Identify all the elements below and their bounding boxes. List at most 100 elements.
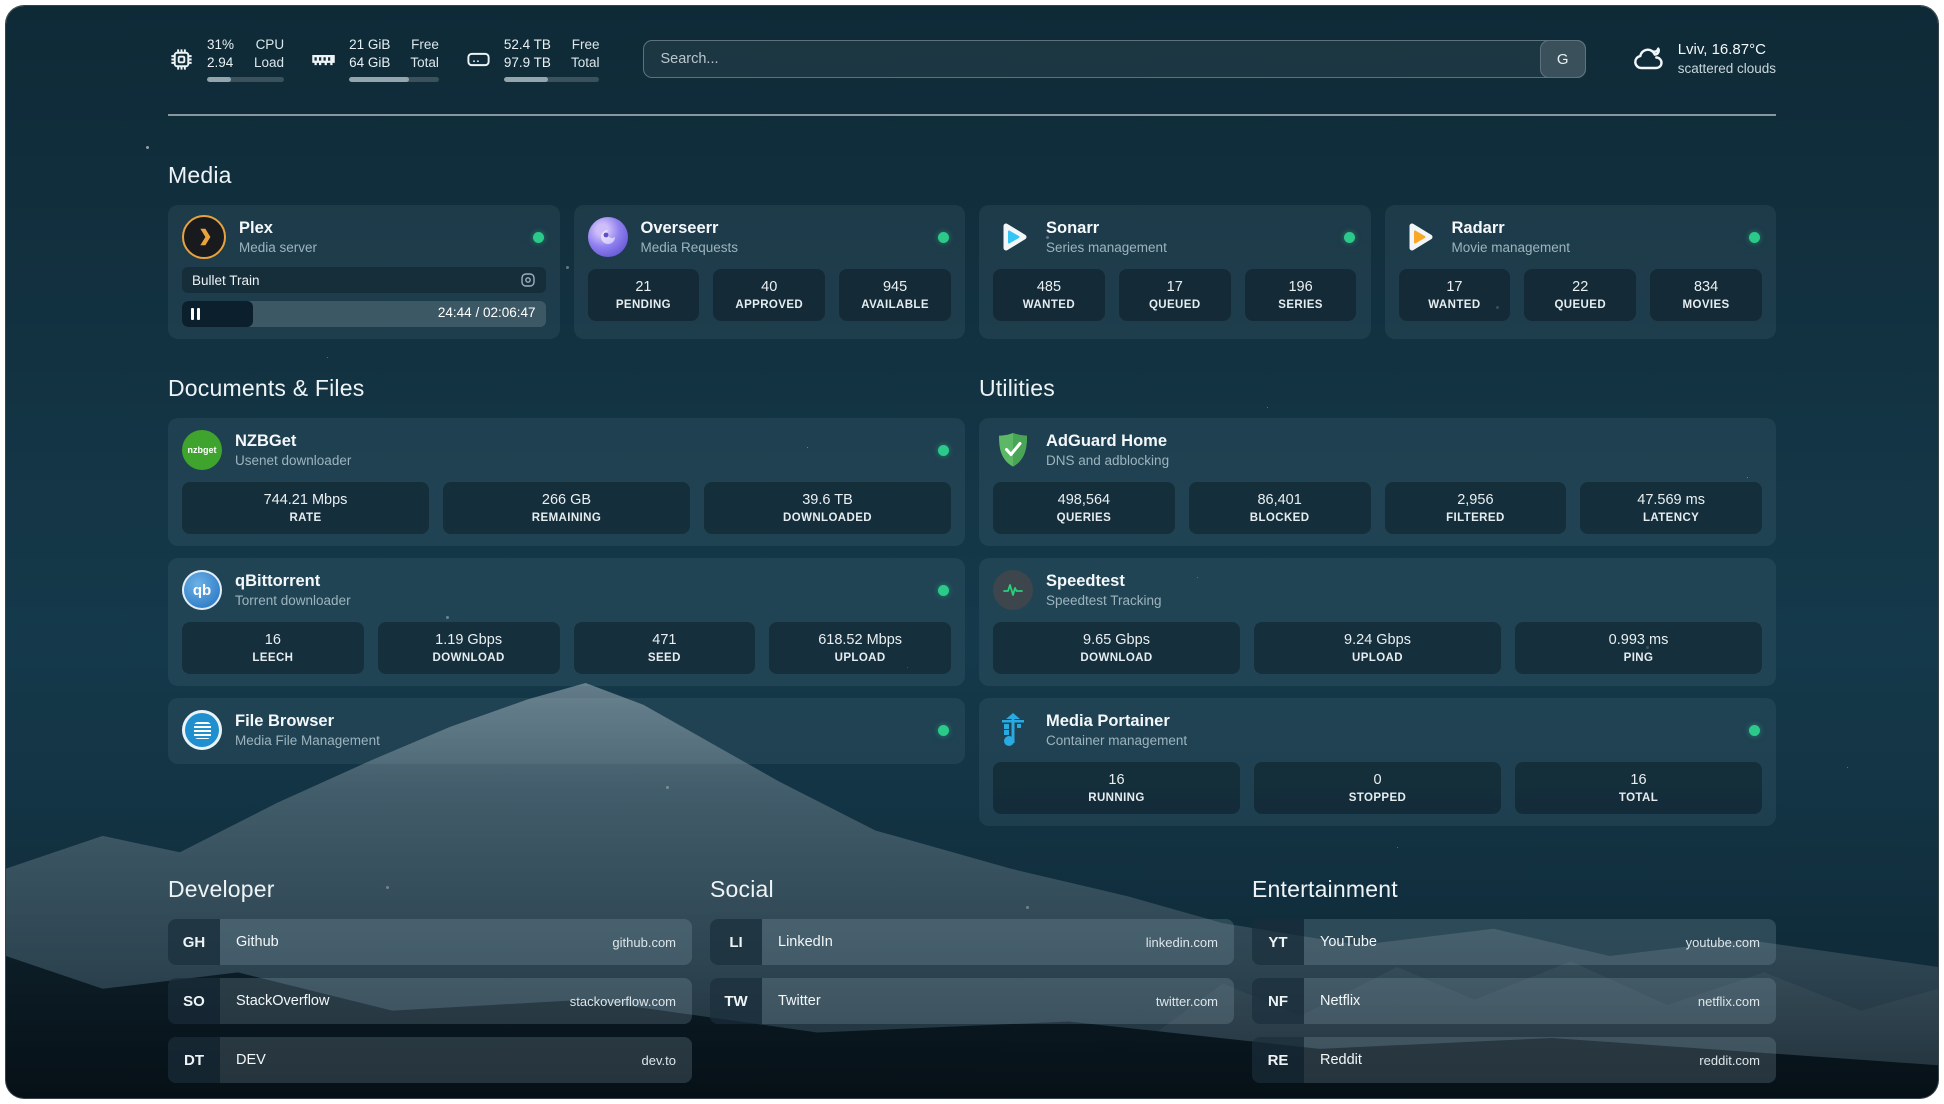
stat-label: APPROVED <box>719 297 819 313</box>
cpu-usage-label: CPU <box>254 36 284 54</box>
card-title: Sonarr <box>1046 218 1331 239</box>
bookmark-name: LinkedIn <box>762 919 1146 965</box>
cpu-progress-bar <box>207 77 284 82</box>
stat-download: 1.19 Gbps DOWNLOAD <box>378 622 560 674</box>
bookmark-abbr: DT <box>168 1037 220 1083</box>
stat-label: RUNNING <box>999 790 1234 806</box>
bookmark-reddit[interactable]: RE Reddit reddit.com <box>1252 1037 1776 1083</box>
resource-disk: 52.4 TB 97.9 TB Free Total <box>465 36 600 82</box>
section-title-utilities: Utilities <box>979 375 1776 402</box>
cpu-usage-value: 31% <box>207 36 234 54</box>
stat-label: UPLOAD <box>775 650 945 666</box>
memory-free-value: 21 GiB <box>349 36 390 54</box>
card-title: qBittorrent <box>235 571 925 592</box>
card-subtitle: DNS and adblocking <box>1046 452 1762 470</box>
stat-label: REMAINING <box>449 510 684 526</box>
cloud-icon <box>1630 41 1666 77</box>
stat-label: BLOCKED <box>1195 510 1365 526</box>
stat-value: 16 <box>1521 771 1756 790</box>
bookmark-stackoverflow[interactable]: SO StackOverflow stackoverflow.com <box>168 978 692 1024</box>
memory-progress-bar <box>349 77 439 82</box>
card-title: Radarr <box>1452 218 1737 239</box>
search-engine-button[interactable]: G <box>1540 40 1586 78</box>
bookmark-abbr: TW <box>710 978 762 1024</box>
bookmark-youtube[interactable]: YT YouTube youtube.com <box>1252 919 1776 965</box>
stat-value: 744.21 Mbps <box>188 491 423 510</box>
stat-running: 16 RUNNING <box>993 762 1240 814</box>
status-dot <box>938 725 949 736</box>
stat-label: STOPPED <box>1260 790 1495 806</box>
bookmark-name: YouTube <box>1304 919 1686 965</box>
weather-widget[interactable]: Lviv, 16.87°C scattered clouds <box>1630 40 1776 78</box>
section-title-developer: Developer <box>168 876 692 903</box>
card-title: Media Portainer <box>1046 711 1736 732</box>
service-card-radarr[interactable]: Radarr Movie management 17 WANTED 22 QUE… <box>1385 205 1777 339</box>
card-subtitle: Movie management <box>1452 239 1737 257</box>
stat-value: 266 GB <box>449 491 684 510</box>
service-card-plex[interactable]: Plex Media server Bullet Train 24:44 / 0… <box>168 205 560 339</box>
service-card-sonarr[interactable]: Sonarr Series management 485 WANTED 17 Q… <box>979 205 1371 339</box>
nzbget-icon-text: nzbget <box>188 445 217 455</box>
service-card-portainer[interactable]: Media Portainer Container management 16 … <box>979 698 1776 826</box>
status-dot <box>938 445 949 456</box>
service-card-adguard[interactable]: AdGuard Home DNS and adblocking 498,564 … <box>979 418 1776 546</box>
card-title: NZBGet <box>235 431 925 452</box>
stat-value: 0.993 ms <box>1521 631 1756 650</box>
service-card-filebrowser[interactable]: File Browser Media File Management <box>168 698 965 764</box>
bookmark-twitter[interactable]: TW Twitter twitter.com <box>710 978 1234 1024</box>
bookmark-netflix[interactable]: NF Netflix netflix.com <box>1252 978 1776 1024</box>
card-subtitle: Torrent downloader <box>235 592 925 610</box>
stat-value: 618.52 Mbps <box>775 631 945 650</box>
service-card-nzbget[interactable]: nzbget NZBGet Usenet downloader 744.21 M… <box>168 418 965 546</box>
service-card-overseerr[interactable]: Overseerr Media Requests 21 PENDING 40 A… <box>574 205 966 339</box>
service-card-speedtest[interactable]: Speedtest Speedtest Tracking 9.65 Gbps D… <box>979 558 1776 686</box>
bookmark-abbr: NF <box>1252 978 1304 1024</box>
search-input[interactable] <box>643 40 1585 78</box>
playback-progress-bar[interactable]: 24:44 / 02:06:47 <box>182 301 546 327</box>
disk-free-value: 52.4 TB <box>504 36 551 54</box>
stat-value: 16 <box>999 771 1234 790</box>
stat-label: WANTED <box>1405 297 1505 313</box>
stat-value: 86,401 <box>1195 491 1365 510</box>
now-playing-title: Bullet Train <box>192 273 520 288</box>
card-subtitle: Media server <box>239 239 520 257</box>
plex-icon <box>182 215 226 259</box>
stat-available: 945 AVAILABLE <box>839 269 951 321</box>
stat-download: 9.65 Gbps DOWNLOAD <box>993 622 1240 674</box>
cpu-load-value: 2.94 <box>207 54 234 72</box>
stat-stopped: 0 STOPPED <box>1254 762 1501 814</box>
stat-value: 9.24 Gbps <box>1260 631 1495 650</box>
stat-upload: 618.52 Mbps UPLOAD <box>769 622 951 674</box>
bookmark-github[interactable]: GH Github github.com <box>168 919 692 965</box>
card-title: AdGuard Home <box>1046 431 1762 452</box>
stat-value: 471 <box>580 631 750 650</box>
service-card-qbittorrent[interactable]: qb qBittorrent Torrent downloader 16 <box>168 558 965 686</box>
cpu-icon <box>168 46 195 73</box>
stat-label: DOWNLOAD <box>999 650 1234 666</box>
cpu-load-label: Load <box>254 54 284 72</box>
status-dot <box>938 232 949 243</box>
stat-value: 498,564 <box>999 491 1169 510</box>
stat-seed: 471 SEED <box>574 622 756 674</box>
disk-total-value: 97.9 TB <box>504 54 551 72</box>
stat-approved: 40 APPROVED <box>713 269 825 321</box>
bookmark-linkedin[interactable]: LI LinkedIn linkedin.com <box>710 919 1234 965</box>
bookmark-domain: reddit.com <box>1699 1037 1776 1083</box>
stat-value: 21 <box>594 278 694 297</box>
playback-time: 24:44 / 02:06:47 <box>438 305 536 320</box>
stat-value: 834 <box>1656 278 1756 297</box>
memory-total-label: Total <box>410 54 439 72</box>
stat-label: TOTAL <box>1521 790 1756 806</box>
adguard-icon <box>993 430 1033 470</box>
stat-value: 17 <box>1405 278 1505 297</box>
section-title-media: Media <box>168 162 1776 189</box>
card-title: File Browser <box>235 711 925 732</box>
radarr-icon <box>1399 217 1439 257</box>
stat-upload: 9.24 Gbps UPLOAD <box>1254 622 1501 674</box>
stat-label: PING <box>1521 650 1756 666</box>
status-dot <box>938 585 949 596</box>
resource-cpu: 31% 2.94 CPU Load <box>168 36 284 82</box>
stat-movies: 834 MOVIES <box>1650 269 1762 321</box>
bookmark-dev[interactable]: DT DEV dev.to <box>168 1037 692 1083</box>
stat-label: QUERIES <box>999 510 1169 526</box>
